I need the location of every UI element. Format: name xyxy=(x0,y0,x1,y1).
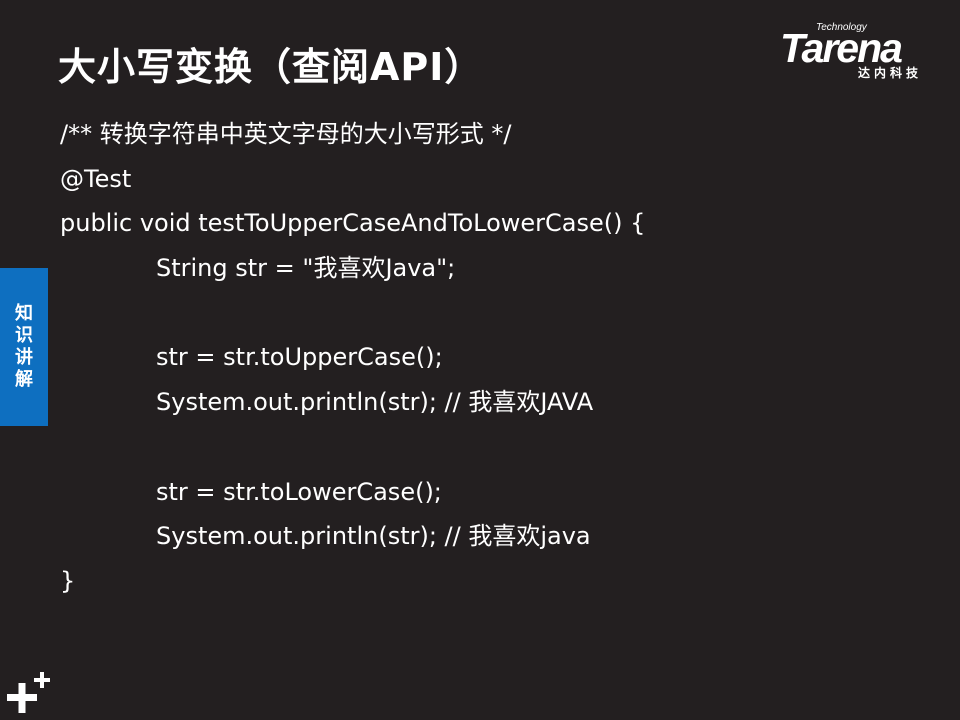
slide: 大小写变换（查阅API） Technology Tarena 达内科技 /** … xyxy=(0,0,960,720)
logo-wordmark: Tarena xyxy=(780,25,903,71)
side-tab-char: 识 xyxy=(15,325,33,346)
side-tab-char: 解 xyxy=(15,369,33,390)
side-tab-char: 讲 xyxy=(15,347,33,368)
logo-chinese-text: 达内科技 xyxy=(858,66,923,80)
code-line-comment: /** 转换字符串中英文字母的大小写形式 */ xyxy=(60,120,512,148)
plus-plus-icon xyxy=(7,672,50,713)
slide-title: 大小写变换（查阅API） xyxy=(58,45,484,89)
knowledge-explanation-tab: 知 识 讲 解 xyxy=(0,268,48,426)
code-line-to-upper: str = str.toUpperCase(); xyxy=(156,343,443,372)
code-line-to-lower: str = str.toLowerCase(); xyxy=(156,477,442,506)
code-block: /** 转换字符串中英文字母的大小写形式 */ @Test public voi… xyxy=(60,112,920,604)
code-line-method-signature: public void testToUpperCaseAndToLowerCas… xyxy=(60,209,646,238)
code-line-print-upper: System.out.println(str); // 我喜欢JAVA xyxy=(156,388,594,417)
code-line-annotation: @Test xyxy=(60,164,132,193)
tarena-logo: Technology Tarena 达内科技 xyxy=(778,22,948,84)
code-line-print-lower: System.out.println(str); // 我喜欢java xyxy=(156,522,591,551)
code-line-closing-brace: } xyxy=(60,566,76,595)
code-line-string-declaration: String str = "我喜欢Java"; xyxy=(156,254,456,283)
side-tab-char: 知 xyxy=(15,303,33,324)
